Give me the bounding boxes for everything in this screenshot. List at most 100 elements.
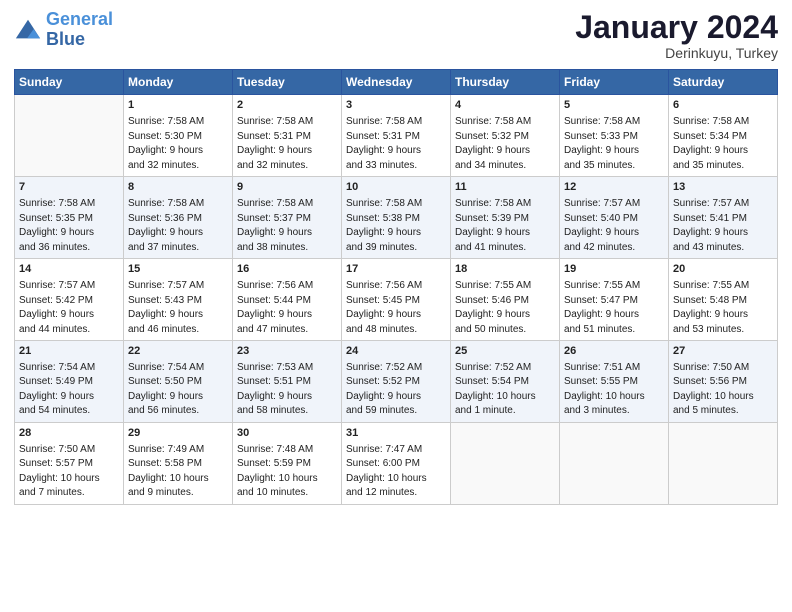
calendar-cell: [560, 422, 669, 504]
day-number: 31: [346, 426, 446, 442]
calendar-cell: 15Sunrise: 7:57 AMSunset: 5:43 PMDayligh…: [124, 259, 233, 341]
calendar-cell: 13Sunrise: 7:57 AMSunset: 5:41 PMDayligh…: [669, 177, 778, 259]
day-info: and 5 minutes.: [673, 404, 773, 419]
logo-text: General Blue: [46, 10, 113, 50]
day-info: Daylight: 10 hours: [128, 472, 228, 487]
day-number: 13: [673, 180, 773, 196]
day-info: Sunset: 5:30 PM: [128, 130, 228, 145]
calendar-cell: 1Sunrise: 7:58 AMSunset: 5:30 PMDaylight…: [124, 95, 233, 177]
day-info: Sunset: 5:40 PM: [564, 212, 664, 227]
day-info: and 3 minutes.: [564, 404, 664, 419]
day-info: Sunset: 5:34 PM: [673, 130, 773, 145]
day-info: Sunrise: 7:58 AM: [237, 197, 337, 212]
day-info: Daylight: 9 hours: [237, 390, 337, 405]
day-info: Sunset: 5:56 PM: [673, 375, 773, 390]
calendar-cell: 8Sunrise: 7:58 AMSunset: 5:36 PMDaylight…: [124, 177, 233, 259]
day-number: 22: [128, 344, 228, 360]
day-info: and 37 minutes.: [128, 241, 228, 256]
col-thursday: Thursday: [451, 70, 560, 95]
calendar-cell: [669, 422, 778, 504]
day-info: Daylight: 10 hours: [455, 390, 555, 405]
day-info: Sunrise: 7:58 AM: [455, 197, 555, 212]
day-info: Sunset: 5:49 PM: [19, 375, 119, 390]
calendar-cell: 11Sunrise: 7:58 AMSunset: 5:39 PMDayligh…: [451, 177, 560, 259]
day-info: Sunrise: 7:58 AM: [564, 115, 664, 130]
day-info: Sunrise: 7:58 AM: [128, 197, 228, 212]
day-number: 25: [455, 344, 555, 360]
week-row-5: 28Sunrise: 7:50 AMSunset: 5:57 PMDayligh…: [15, 422, 778, 504]
day-info: Daylight: 9 hours: [346, 144, 446, 159]
day-info: Daylight: 9 hours: [346, 226, 446, 241]
day-info: Daylight: 9 hours: [673, 226, 773, 241]
calendar-cell: 27Sunrise: 7:50 AMSunset: 5:56 PMDayligh…: [669, 341, 778, 423]
day-info: Sunset: 5:55 PM: [564, 375, 664, 390]
day-info: Daylight: 9 hours: [128, 390, 228, 405]
day-number: 28: [19, 426, 119, 442]
day-number: 19: [564, 262, 664, 278]
day-info: and 38 minutes.: [237, 241, 337, 256]
day-info: Sunrise: 7:58 AM: [673, 115, 773, 130]
day-info: Daylight: 10 hours: [564, 390, 664, 405]
day-info: Sunset: 5:41 PM: [673, 212, 773, 227]
day-info: Daylight: 10 hours: [346, 472, 446, 487]
day-info: Sunset: 5:50 PM: [128, 375, 228, 390]
calendar-cell: 2Sunrise: 7:58 AMSunset: 5:31 PMDaylight…: [233, 95, 342, 177]
day-info: Sunset: 5:46 PM: [455, 294, 555, 309]
day-info: Daylight: 9 hours: [128, 308, 228, 323]
col-saturday: Saturday: [669, 70, 778, 95]
day-info: Sunset: 5:31 PM: [237, 130, 337, 145]
calendar-cell: 19Sunrise: 7:55 AMSunset: 5:47 PMDayligh…: [560, 259, 669, 341]
day-info: Daylight: 9 hours: [237, 308, 337, 323]
day-info: Sunrise: 7:52 AM: [346, 361, 446, 376]
day-number: 5: [564, 98, 664, 114]
day-info: and 7 minutes.: [19, 486, 119, 501]
day-info: Daylight: 9 hours: [564, 308, 664, 323]
col-wednesday: Wednesday: [342, 70, 451, 95]
calendar-cell: 23Sunrise: 7:53 AMSunset: 5:51 PMDayligh…: [233, 341, 342, 423]
day-number: 10: [346, 180, 446, 196]
calendar-cell: 26Sunrise: 7:51 AMSunset: 5:55 PMDayligh…: [560, 341, 669, 423]
day-number: 26: [564, 344, 664, 360]
day-number: 2: [237, 98, 337, 114]
day-info: and 46 minutes.: [128, 323, 228, 338]
calendar-cell: 18Sunrise: 7:55 AMSunset: 5:46 PMDayligh…: [451, 259, 560, 341]
day-number: 14: [19, 262, 119, 278]
day-info: Sunset: 5:39 PM: [455, 212, 555, 227]
day-info: and 39 minutes.: [346, 241, 446, 256]
week-row-1: 1Sunrise: 7:58 AMSunset: 5:30 PMDaylight…: [15, 95, 778, 177]
day-info: Sunset: 5:54 PM: [455, 375, 555, 390]
month-title: January 2024: [575, 10, 778, 45]
calendar-cell: [15, 95, 124, 177]
location-subtitle: Derinkuyu, Turkey: [575, 45, 778, 61]
header: General Blue January 2024 Derinkuyu, Tur…: [14, 10, 778, 61]
day-number: 20: [673, 262, 773, 278]
day-info: Daylight: 9 hours: [673, 144, 773, 159]
day-number: 27: [673, 344, 773, 360]
day-info: Sunset: 5:38 PM: [346, 212, 446, 227]
day-info: and 12 minutes.: [346, 486, 446, 501]
day-info: Sunset: 5:47 PM: [564, 294, 664, 309]
calendar-cell: 25Sunrise: 7:52 AMSunset: 5:54 PMDayligh…: [451, 341, 560, 423]
day-number: 12: [564, 180, 664, 196]
day-info: Sunrise: 7:48 AM: [237, 443, 337, 458]
day-info: Sunset: 5:45 PM: [346, 294, 446, 309]
day-info: Sunrise: 7:51 AM: [564, 361, 664, 376]
day-info: Daylight: 9 hours: [237, 144, 337, 159]
day-info: Sunset: 5:58 PM: [128, 457, 228, 472]
day-info: Daylight: 10 hours: [19, 472, 119, 487]
day-info: Daylight: 9 hours: [455, 226, 555, 241]
day-info: and 56 minutes.: [128, 404, 228, 419]
day-number: 6: [673, 98, 773, 114]
calendar-cell: 10Sunrise: 7:58 AMSunset: 5:38 PMDayligh…: [342, 177, 451, 259]
day-info: and 47 minutes.: [237, 323, 337, 338]
day-info: Sunset: 5:43 PM: [128, 294, 228, 309]
day-info: and 41 minutes.: [455, 241, 555, 256]
calendar-cell: 5Sunrise: 7:58 AMSunset: 5:33 PMDaylight…: [560, 95, 669, 177]
day-number: 21: [19, 344, 119, 360]
day-info: and 50 minutes.: [455, 323, 555, 338]
day-number: 15: [128, 262, 228, 278]
day-info: Sunrise: 7:54 AM: [128, 361, 228, 376]
day-info: and 32 minutes.: [128, 159, 228, 174]
day-info: Daylight: 9 hours: [128, 144, 228, 159]
day-info: Daylight: 9 hours: [128, 226, 228, 241]
